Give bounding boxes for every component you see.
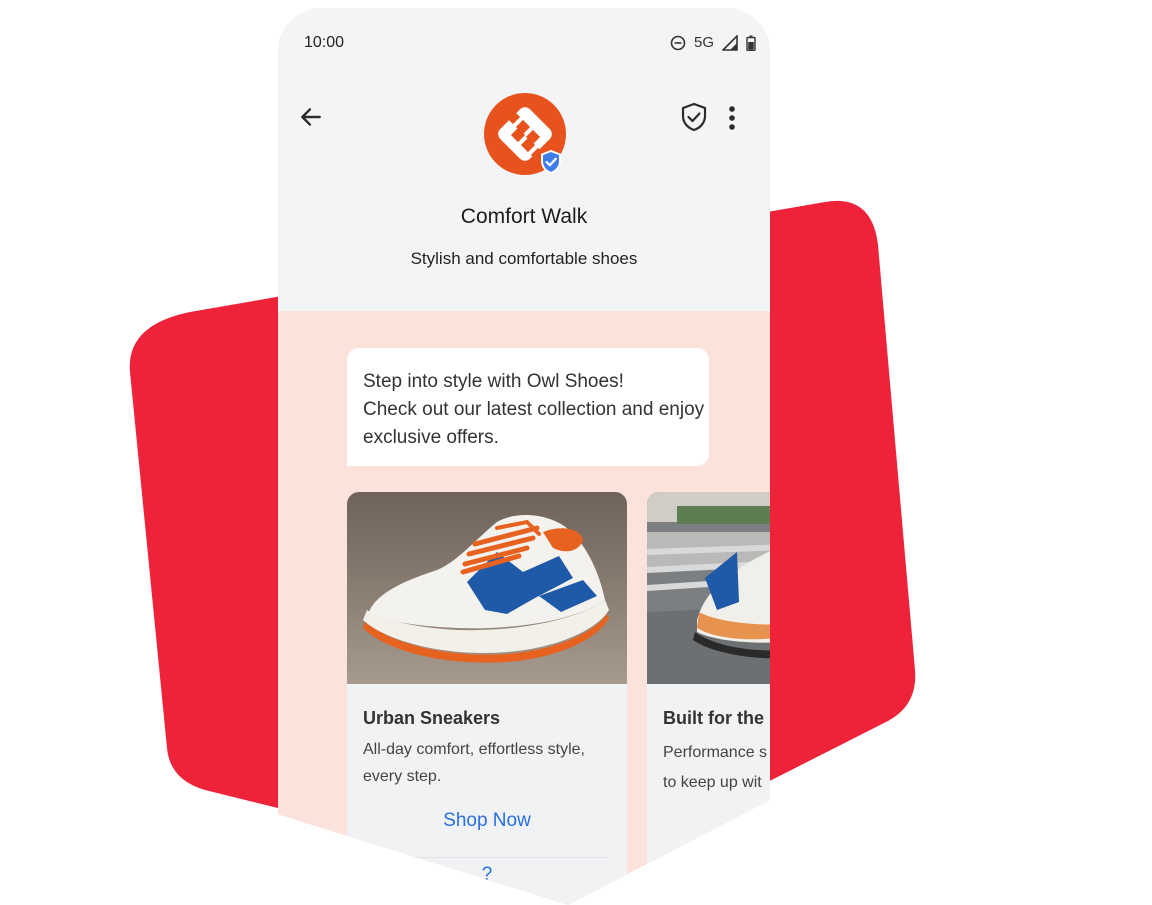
card-description: Performance s to keep up wit [663, 738, 770, 798]
message-bubble: Step into style with Owl Shoes! Check ou… [347, 348, 709, 466]
shield-check-icon [681, 102, 707, 132]
network-type: 5G [693, 34, 714, 51]
verified-info-button[interactable] [678, 100, 710, 134]
card-description: All-day comfort, effortless style, every… [363, 741, 585, 785]
arrow-left-icon [301, 108, 321, 126]
signal-icon [722, 34, 738, 51]
conversation-header: 10:00 5G Comfort Walk Stylish and comfor… [278, 8, 770, 311]
status-time: 10:00 [304, 34, 345, 51]
brand-name: Comfort Walk [460, 205, 588, 228]
do-not-disturb-icon [670, 35, 686, 50]
brand-logo [484, 93, 566, 175]
verified-badge [541, 149, 561, 175]
back-button[interactable] [294, 100, 328, 134]
brand-tagline: Stylish and comfortable shoes [410, 249, 638, 268]
message-line: Step into style with Owl Shoes! [363, 371, 624, 392]
phone-frame: 10:00 5G Comfort Walk Stylish and comfor… [278, 8, 770, 905]
sneaker-street-image [647, 492, 770, 684]
rich-card-urban-sneakers[interactable]: Urban Sneakers All-day comfort, effortle… [347, 492, 627, 905]
status-icons: 5G [670, 34, 756, 51]
card-description-line: to keep up wit [663, 774, 762, 791]
card-title: Urban Sneakers [363, 708, 501, 728]
card-title: Built for the [663, 708, 764, 728]
message-line: exclusive offers. [363, 427, 499, 448]
card-description-line: Performance s [663, 744, 768, 761]
battery-icon [746, 35, 756, 51]
more-vert-icon [729, 106, 735, 130]
message-line: Check out our latest collection and enjo… [363, 399, 705, 420]
more-options-button[interactable] [718, 102, 746, 134]
sneaker-image [347, 492, 627, 684]
shop-now-button[interactable]: Shop Now [347, 810, 627, 832]
